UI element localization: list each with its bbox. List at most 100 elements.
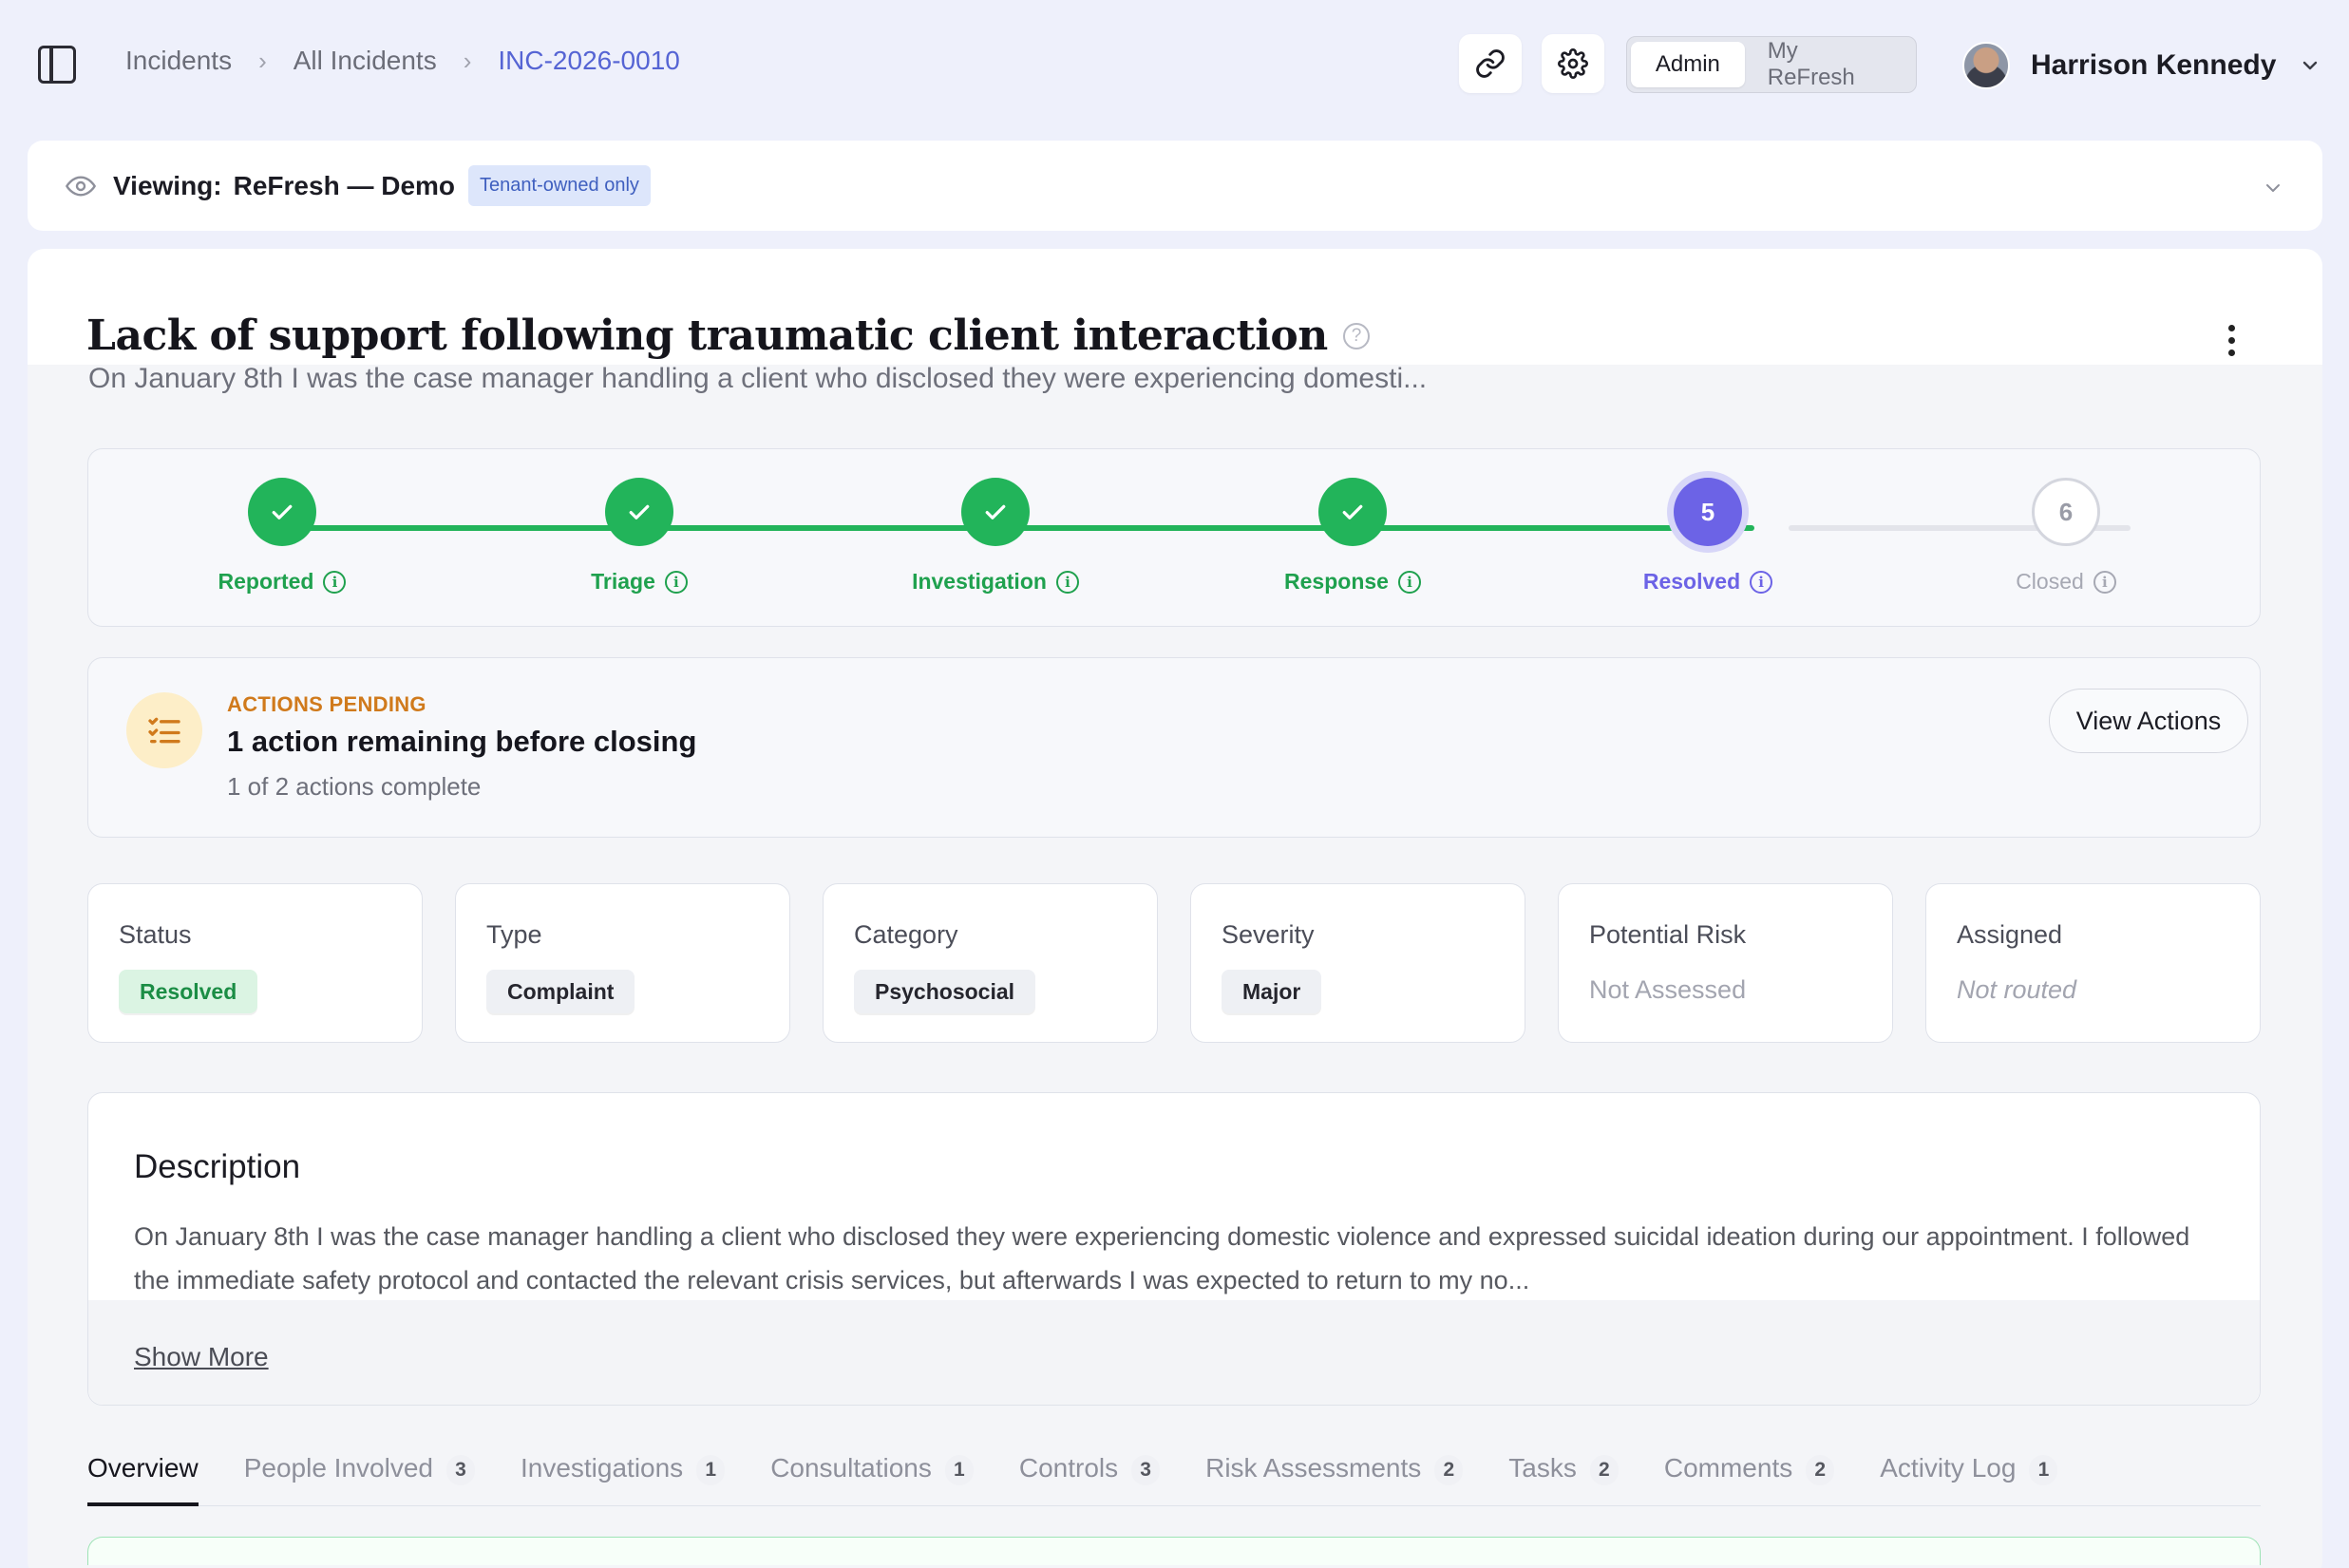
assigned-card: Assigned Not routed [1925,883,2261,1043]
step-investigation[interactable]: Investigation i [891,478,1100,595]
gear-icon [1558,48,1588,79]
chevron-down-icon[interactable] [2262,177,2284,199]
breadcrumb: Incidents › All Incidents › INC-2026-001… [125,46,680,76]
copy-link-button[interactable] [1459,34,1522,93]
user-name: Harrison Kennedy [2031,49,2277,81]
more-options-icon[interactable] [2226,325,2237,356]
tab-investigations[interactable]: Investigations 1 [520,1447,726,1506]
severity-card: Severity Major [1190,883,1525,1043]
category-card: Category Psychosocial [823,883,1158,1043]
top-bar: Incidents › All Incidents › INC-2026-001… [0,0,2349,128]
tab-label: Overview [87,1453,199,1483]
step-reported[interactable]: Reported i [178,478,387,595]
step-triage[interactable]: Triage i [535,478,744,595]
info-icon[interactable]: i [323,570,347,594]
overview-panel-top [87,1537,2261,1565]
check-icon [1318,478,1387,546]
description-panel: Description On January 8th I was the cas… [87,1092,2261,1406]
step-label: Reported i [218,569,347,595]
actions-kicker: ACTIONS PENDING [227,692,426,716]
step-label-text: Reported [218,569,314,594]
category-badge: Psychosocial [854,970,1036,1013]
severity-badge: Major [1222,970,1322,1013]
info-icon[interactable]: i [1397,570,1421,594]
tab-label: Comments [1663,1453,1793,1483]
assigned-label: Assigned [1957,920,2063,949]
incident-title: Lack of support following traumatic clie… [86,312,1370,360]
tab-tasks[interactable]: Tasks 2 [1508,1447,1619,1506]
step-label: Investigation i [912,569,1079,595]
avatar [1962,42,2010,89]
mode-admin-option[interactable]: Admin [1631,42,1745,87]
tab-label: Risk Assessments [1205,1453,1422,1483]
tab-count-badge: 1 [944,1455,974,1485]
description-fade [88,1300,2260,1405]
description-title: Description [134,1148,301,1185]
tab-label: Consultations [770,1453,932,1483]
tab-count-badge: 3 [1131,1455,1161,1485]
step-label: Triage i [591,569,688,595]
tab-controls[interactable]: Controls 3 [1018,1447,1161,1506]
step-label: Resolved i [1642,569,1773,595]
tab-label: Investigations [520,1453,684,1483]
tenant-viewing-bar[interactable]: Viewing: ReFresh — Demo Tenant-owned onl… [28,141,2322,231]
assigned-value: Not routed [1957,975,2077,1004]
viewing-label: Viewing: [113,170,222,200]
tab-label: Activity Log [1880,1453,2017,1483]
step-number: 6 [2032,478,2100,546]
view-actions-button[interactable]: View Actions [2049,689,2248,753]
potential-risk-label: Potential Risk [1589,920,1747,949]
step-number: 5 [1674,478,1742,546]
check-icon [961,478,1030,546]
info-icon[interactable]: i [2093,570,2116,594]
settings-button[interactable] [1542,34,1604,93]
tenant-badge: Tenant-owned only [468,165,651,206]
info-icon[interactable]: i [664,570,688,594]
tab-count-badge: 2 [1434,1455,1464,1485]
eye-icon [66,175,96,197]
user-menu[interactable]: Harrison Kennedy [1962,42,2321,89]
tab-count-badge: 1 [696,1455,726,1485]
checklist-icon [126,692,202,768]
status-label: Status [119,920,192,949]
status-badge: Resolved [119,970,258,1013]
breadcrumb-all-incidents[interactable]: All Incidents [294,46,437,76]
step-closed[interactable]: 6 Closed i [1961,478,2170,595]
tab-count-badge: 2 [1589,1455,1619,1485]
step-label-text: Closed [2016,569,2084,594]
incident-card: Lack of support following traumatic clie… [28,249,2322,1568]
tab-comments[interactable]: Comments 2 [1663,1447,1835,1506]
chevron-right-icon: › [258,46,267,75]
actions-progress-text: 1 of 2 actions complete [227,772,482,801]
tab-people-involved[interactable]: People Involved 3 [244,1447,475,1506]
step-label-text: Resolved [1642,569,1741,594]
step-label: Closed i [2016,569,2116,595]
step-response[interactable]: Response i [1248,478,1457,595]
tab-overview[interactable]: Overview [87,1447,199,1506]
step-label-text: Investigation [912,569,1047,594]
info-icon[interactable]: i [1750,570,1773,594]
chevron-right-icon: › [463,46,472,75]
check-icon [605,478,673,546]
tab-activity-log[interactable]: Activity Log 1 [1880,1447,2058,1506]
actions-heading: 1 action remaining before closing [227,725,697,758]
tab-consultations[interactable]: Consultations 1 [770,1447,974,1506]
help-icon[interactable]: ? [1342,322,1370,349]
breadcrumb-incidents[interactable]: Incidents [125,46,232,76]
tab-count-badge: 1 [2029,1455,2058,1485]
step-label: Response i [1284,569,1421,595]
step-label-text: Response [1284,569,1389,594]
tab-label: Controls [1018,1453,1119,1483]
tab-count-badge: 3 [445,1455,475,1485]
type-label: Type [486,920,542,949]
sidebar-toggle-icon[interactable] [38,46,76,84]
info-icon[interactable]: i [1055,570,1079,594]
mode-my-refresh-option[interactable]: My ReFresh [1745,38,1912,90]
show-more-link[interactable]: Show More [134,1342,269,1372]
link-icon [1476,49,1505,78]
severity-label: Severity [1222,920,1315,949]
tab-risk-assessments[interactable]: Risk Assessments 2 [1205,1447,1464,1506]
tab-label: Tasks [1508,1453,1577,1483]
step-resolved[interactable]: 5 Resolved i [1603,478,1812,595]
category-label: Category [854,920,958,949]
